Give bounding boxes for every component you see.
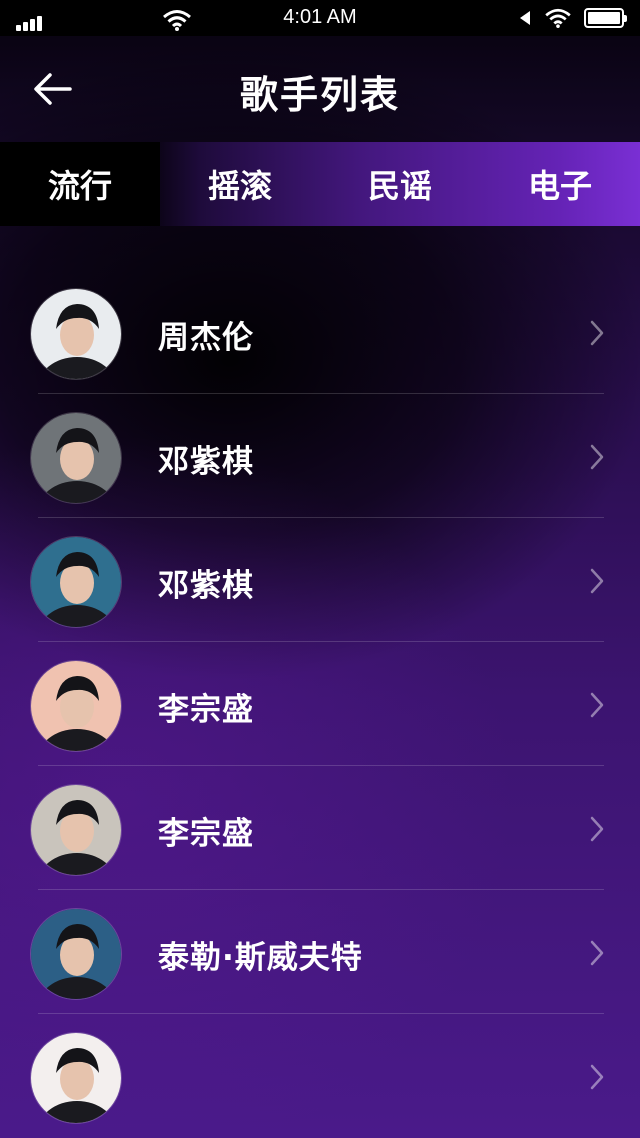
list-item[interactable]: 李宗盛	[0, 766, 640, 890]
tab-electronic[interactable]: 电子	[480, 142, 640, 226]
chevron-right-icon	[588, 442, 606, 472]
list-item[interactable]: 周杰伦	[0, 270, 640, 394]
wifi-icon	[545, 8, 571, 28]
chevron-right-icon	[588, 318, 606, 348]
tab-pop[interactable]: 流行	[0, 142, 160, 226]
singer-list: 周杰伦 邓紫棋 邓紫棋 李宗盛 李宗盛 泰勒·斯威夫特	[0, 270, 640, 1138]
singer-name: 周杰伦	[158, 320, 254, 356]
tab-folk[interactable]: 民谣	[320, 142, 480, 226]
avatar	[30, 412, 122, 504]
list-item[interactable]: 李宗盛	[0, 642, 640, 766]
singer-name: 李宗盛	[158, 692, 254, 728]
avatar	[30, 288, 122, 380]
chevron-right-icon	[588, 938, 606, 968]
location-arrow-icon	[520, 11, 530, 25]
list-item[interactable]	[0, 1014, 640, 1138]
list-item[interactable]: 邓紫棋	[0, 518, 640, 642]
chevron-right-icon	[588, 566, 606, 596]
singer-name: 邓紫棋	[158, 568, 254, 604]
avatar	[30, 660, 122, 752]
avatar	[30, 1032, 122, 1124]
list-item[interactable]: 邓紫棋	[0, 394, 640, 518]
avatar	[30, 784, 122, 876]
chevron-right-icon	[588, 1062, 606, 1092]
avatar	[30, 536, 122, 628]
chevron-right-icon	[588, 814, 606, 844]
singer-name: 邓紫棋	[158, 444, 254, 480]
chevron-right-icon	[588, 690, 606, 720]
avatar	[30, 908, 122, 1000]
category-tabs: 流行 摇滚 民谣 电子	[0, 142, 640, 226]
battery-icon	[584, 8, 627, 28]
list-item[interactable]: 泰勒·斯威夫特	[0, 890, 640, 1014]
singer-name: 泰勒·斯威夫特	[158, 940, 363, 976]
singer-name: 李宗盛	[158, 816, 254, 852]
status-bar: 4:01 AM	[0, 0, 640, 36]
page-title: 歌手列表	[239, 73, 400, 117]
nav-bar: 歌手列表	[0, 36, 640, 142]
screen: 4:01 AM 歌手列表 流行 摇滚 民谣 电子 周杰伦邓紫棋邓紫棋李宗盛	[0, 0, 640, 1138]
tab-rock[interactable]: 摇滚	[160, 142, 320, 226]
